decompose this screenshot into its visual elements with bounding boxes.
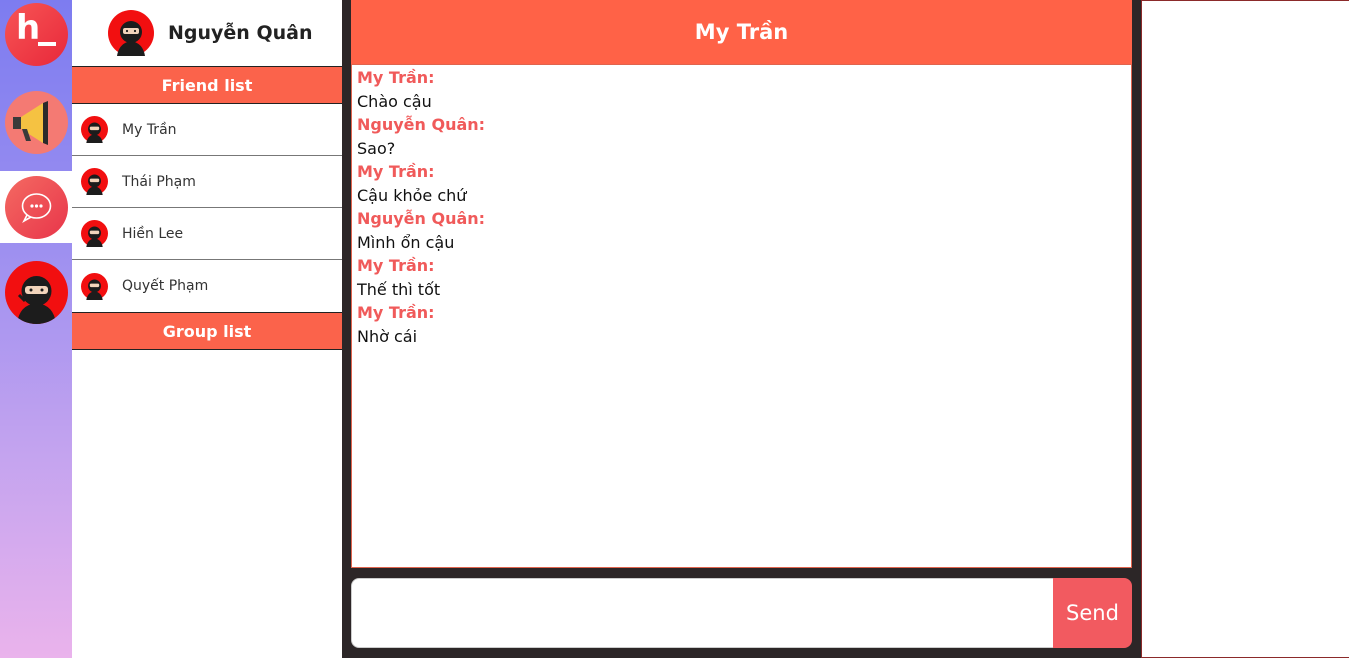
message-sender: My Trần: [357, 256, 435, 275]
friend-item[interactable]: My Trần [72, 104, 342, 156]
logo-underscore [38, 42, 56, 46]
friend-name: Quyết Phạm [122, 278, 209, 294]
chat-bubble-icon[interactable] [5, 176, 68, 239]
friend-avatar [81, 220, 108, 247]
message-sender: My Trần: [357, 303, 435, 322]
message-composer: Send [351, 578, 1132, 650]
message-sender: Nguyễn Quân: [357, 209, 486, 228]
user-name: Nguyễn Quân [168, 22, 313, 44]
message-text: Mình ổn cậu [357, 232, 455, 252]
message-text: Sao? [357, 138, 396, 158]
logo-letter: h [16, 8, 41, 48]
right-panel [1141, 0, 1349, 658]
chat-title: My Trần [351, 0, 1132, 64]
friend-name: My Trần [122, 121, 177, 138]
message-list[interactable]: My Trần: Chào cậu Nguyễn Quân: Sao? My T… [351, 64, 1132, 568]
friend-item[interactable]: Hiền Lee [72, 208, 342, 260]
friend-avatar [81, 116, 108, 143]
megaphone-icon[interactable] [5, 91, 68, 154]
chat-area: My Trần My Trần: Chào cậu Nguyễn Quân: S… [342, 0, 1141, 658]
message-text: Thế thì tốt [357, 279, 441, 299]
friend-name: Hiền Lee [122, 225, 184, 242]
nav-rail: h [0, 0, 72, 658]
friend-item[interactable]: Thái Phạm [72, 156, 342, 208]
app-logo[interactable]: h [5, 3, 68, 66]
message-text: Nhờ cái [357, 326, 418, 346]
friend-avatar [81, 272, 108, 300]
user-avatar[interactable] [108, 10, 154, 56]
friends-panel: Nguyễn Quân Friend list My Trần Thái Phạ… [72, 0, 342, 658]
message-text: Cậu khỏe chứ [357, 185, 467, 205]
message-input[interactable] [351, 578, 1055, 648]
user-profile: Nguyễn Quân [72, 0, 342, 66]
group-list-header[interactable]: Group list [72, 312, 342, 350]
message-sender: My Trần: [357, 68, 435, 87]
profile-ninja-icon[interactable] [5, 261, 68, 324]
friend-name: Thái Phạm [122, 173, 196, 190]
friend-item[interactable]: Quyết Phạm [72, 260, 342, 312]
message-text: Chào cậu [357, 91, 432, 111]
message-sender: My Trần: [357, 162, 435, 181]
message-sender: Nguyễn Quân: [357, 115, 486, 134]
send-button[interactable]: Send [1053, 578, 1132, 648]
friend-avatar [81, 168, 108, 195]
friend-list-header: Friend list [72, 66, 342, 104]
